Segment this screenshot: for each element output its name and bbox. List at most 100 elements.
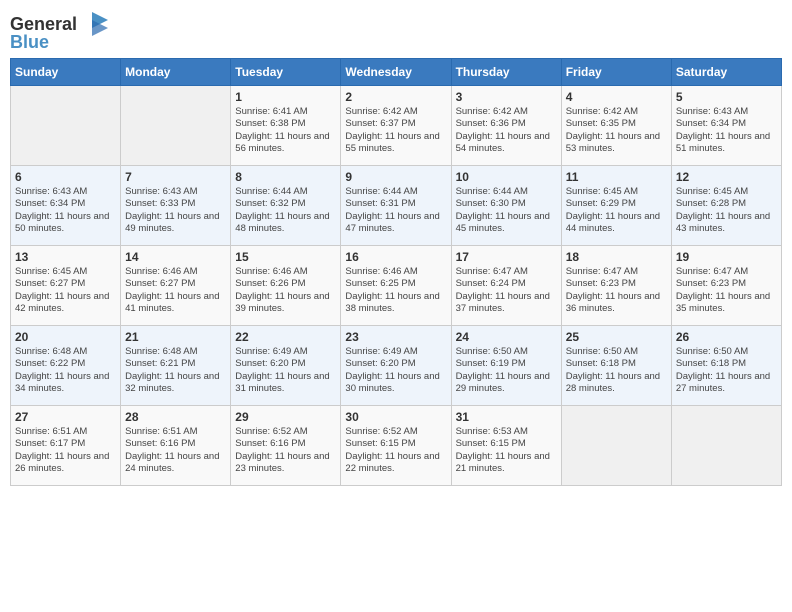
calendar-cell: 19 Sunrise: 6:47 AM Sunset: 6:23 PM Dayli… — [671, 246, 781, 326]
day-info: Sunrise: 6:46 AM Sunset: 6:25 PM Dayligh… — [345, 266, 446, 315]
day-number: 24 — [456, 330, 557, 344]
svg-text:Blue: Blue — [10, 32, 49, 50]
day-number: 8 — [235, 170, 336, 184]
calendar-cell: 18Sunrise: 6:47 AM Sunset: 6:23 PM Dayli… — [561, 246, 671, 326]
calendar-week-row: 6Sunrise: 6:43 AM Sunset: 6:34 PM Daylig… — [11, 166, 782, 246]
day-info: Sunrise: 6:46 AM Sunset: 6:27 PM Dayligh… — [125, 266, 226, 315]
calendar-cell: 4 Sunrise: 6:42 AM Sunset: 6:35 PM Daylig… — [561, 86, 671, 166]
weekday-header: Thursday — [451, 59, 561, 86]
weekday-header: Wednesday — [341, 59, 451, 86]
logo-icon: General Blue — [10, 10, 110, 50]
calendar-cell — [11, 86, 121, 166]
calendar-week-row: 1 Sunrise: 6:41 AM Sunset: 6:38 PM Daylig… — [11, 86, 782, 166]
calendar-cell: 14 Sunrise: 6:46 AM Sunset: 6:27 PM Dayli… — [121, 246, 231, 326]
calendar-week-row: 27 Sunrise: 6:51 AM Sunset: 6:17 PM Dayli… — [11, 406, 782, 486]
day-info: Sunrise: 6:42 AM Sunset: 6:37 PM Dayligh… — [345, 106, 446, 155]
day-info: Sunrise: 6:44 AM Sunset: 6:30 PM Dayligh… — [456, 186, 557, 235]
day-info: Sunrise: 6:50 AM Sunset: 6:18 PM Dayligh… — [566, 346, 667, 395]
day-number: 26 — [676, 330, 777, 344]
day-info: Sunrise: 6:47 AM Sunset: 6:23 PM Dayligh… — [566, 266, 667, 315]
svg-text:General: General — [10, 14, 77, 34]
weekday-header: Friday — [561, 59, 671, 86]
day-number: 22 — [235, 330, 336, 344]
day-number: 10 — [456, 170, 557, 184]
day-number: 21 — [125, 330, 226, 344]
day-number: 29 — [235, 410, 336, 424]
calendar-cell: 10 Sunrise: 6:44 AM Sunset: 6:30 PM Dayli… — [451, 166, 561, 246]
day-number: 16 — [345, 250, 446, 264]
calendar-cell — [561, 406, 671, 486]
day-number: 28 — [125, 410, 226, 424]
day-info: Sunrise: 6:44 AM Sunset: 6:32 PM Dayligh… — [235, 186, 336, 235]
day-number: 19 — [676, 250, 777, 264]
day-number: 2 — [345, 90, 446, 104]
weekday-header: Sunday — [11, 59, 121, 86]
day-info: Sunrise: 6:45 AM Sunset: 6:27 PM Dayligh… — [15, 266, 116, 315]
calendar-cell: 27 Sunrise: 6:51 AM Sunset: 6:17 PM Dayli… — [11, 406, 121, 486]
day-info: Sunrise: 6:45 AM Sunset: 6:28 PM Dayligh… — [676, 186, 777, 235]
calendar-cell: 31 Sunrise: 6:53 AM Sunset: 6:15 PM Dayli… — [451, 406, 561, 486]
day-info: Sunrise: 6:51 AM Sunset: 6:16 PM Dayligh… — [125, 426, 226, 475]
day-info: Sunrise: 6:52 AM Sunset: 6:15 PM Dayligh… — [345, 426, 446, 475]
day-info: Sunrise: 6:47 AM Sunset: 6:24 PM Dayligh… — [456, 266, 557, 315]
day-number: 20 — [15, 330, 116, 344]
day-number: 30 — [345, 410, 446, 424]
calendar-cell: 12 Sunrise: 6:45 AM Sunset: 6:28 PM Dayli… — [671, 166, 781, 246]
day-info: Sunrise: 6:43 AM Sunset: 6:33 PM Dayligh… — [125, 186, 226, 235]
calendar-cell: 26 Sunrise: 6:50 AM Sunset: 6:18 PM Dayli… — [671, 326, 781, 406]
day-number: 1 — [235, 90, 336, 104]
day-info: Sunrise: 6:50 AM Sunset: 6:18 PM Dayligh… — [676, 346, 777, 395]
calendar-cell: 29 Sunrise: 6:52 AM Sunset: 6:16 PM Dayli… — [231, 406, 341, 486]
calendar-cell: 1 Sunrise: 6:41 AM Sunset: 6:38 PM Daylig… — [231, 86, 341, 166]
day-info: Sunrise: 6:50 AM Sunset: 6:19 PM Dayligh… — [456, 346, 557, 395]
day-number: 31 — [456, 410, 557, 424]
day-number: 27 — [15, 410, 116, 424]
day-number: 13 — [15, 250, 116, 264]
calendar-cell: 6Sunrise: 6:43 AM Sunset: 6:34 PM Daylig… — [11, 166, 121, 246]
calendar-cell: 2 Sunrise: 6:42 AM Sunset: 6:37 PM Daylig… — [341, 86, 451, 166]
weekday-header: Monday — [121, 59, 231, 86]
calendar-cell: 17 Sunrise: 6:47 AM Sunset: 6:24 PM Dayli… — [451, 246, 561, 326]
day-info: Sunrise: 6:53 AM Sunset: 6:15 PM Dayligh… — [456, 426, 557, 475]
day-number: 11 — [566, 170, 667, 184]
calendar-cell: 9 Sunrise: 6:44 AM Sunset: 6:31 PM Daylig… — [341, 166, 451, 246]
day-number: 12 — [676, 170, 777, 184]
day-info: Sunrise: 6:46 AM Sunset: 6:26 PM Dayligh… — [235, 266, 336, 315]
day-number: 17 — [456, 250, 557, 264]
calendar-cell: 20 Sunrise: 6:48 AM Sunset: 6:22 PM Dayli… — [11, 326, 121, 406]
day-info: Sunrise: 6:49 AM Sunset: 6:20 PM Dayligh… — [235, 346, 336, 395]
day-info: Sunrise: 6:52 AM Sunset: 6:16 PM Dayligh… — [235, 426, 336, 475]
day-number: 4 — [566, 90, 667, 104]
calendar-cell: 30 Sunrise: 6:52 AM Sunset: 6:15 PM Dayli… — [341, 406, 451, 486]
calendar-cell: 3Sunrise: 6:42 AM Sunset: 6:36 PM Daylig… — [451, 86, 561, 166]
calendar-cell: 13 Sunrise: 6:45 AM Sunset: 6:27 PM Dayli… — [11, 246, 121, 326]
calendar-cell: 8 Sunrise: 6:44 AM Sunset: 6:32 PM Daylig… — [231, 166, 341, 246]
day-number: 15 — [235, 250, 336, 264]
day-info: Sunrise: 6:41 AM Sunset: 6:38 PM Dayligh… — [235, 106, 336, 155]
day-info: Sunrise: 6:42 AM Sunset: 6:36 PM Dayligh… — [456, 106, 557, 155]
weekday-header: Tuesday — [231, 59, 341, 86]
calendar-cell: 11 Sunrise: 6:45 AM Sunset: 6:29 PM Dayli… — [561, 166, 671, 246]
day-info: Sunrise: 6:48 AM Sunset: 6:22 PM Dayligh… — [15, 346, 116, 395]
day-number: 9 — [345, 170, 446, 184]
calendar-cell: 23Sunrise: 6:49 AM Sunset: 6:20 PM Dayli… — [341, 326, 451, 406]
calendar-cell: 28 Sunrise: 6:51 AM Sunset: 6:16 PM Dayli… — [121, 406, 231, 486]
calendar-cell: 24 Sunrise: 6:50 AM Sunset: 6:19 PM Dayli… — [451, 326, 561, 406]
calendar-cell: 16 Sunrise: 6:46 AM Sunset: 6:25 PM Dayli… — [341, 246, 451, 326]
calendar-cell: 7 Sunrise: 6:43 AM Sunset: 6:33 PM Daylig… — [121, 166, 231, 246]
day-info: Sunrise: 6:48 AM Sunset: 6:21 PM Dayligh… — [125, 346, 226, 395]
day-info: Sunrise: 6:47 AM Sunset: 6:23 PM Dayligh… — [676, 266, 777, 315]
day-info: Sunrise: 6:45 AM Sunset: 6:29 PM Dayligh… — [566, 186, 667, 235]
day-number: 14 — [125, 250, 226, 264]
calendar-cell: 15 Sunrise: 6:46 AM Sunset: 6:26 PM Dayli… — [231, 246, 341, 326]
day-number: 25 — [566, 330, 667, 344]
calendar-cell: 25 Sunrise: 6:50 AM Sunset: 6:18 PM Dayli… — [561, 326, 671, 406]
day-number: 7 — [125, 170, 226, 184]
day-info: Sunrise: 6:44 AM Sunset: 6:31 PM Dayligh… — [345, 186, 446, 235]
calendar-cell — [121, 86, 231, 166]
calendar-table: SundayMondayTuesdayWednesdayThursdayFrid… — [10, 58, 782, 486]
day-info: Sunrise: 6:51 AM Sunset: 6:17 PM Dayligh… — [15, 426, 116, 475]
weekday-header: Saturday — [671, 59, 781, 86]
calendar-week-row: 20 Sunrise: 6:48 AM Sunset: 6:22 PM Dayli… — [11, 326, 782, 406]
day-info: Sunrise: 6:42 AM Sunset: 6:35 PM Dayligh… — [566, 106, 667, 155]
